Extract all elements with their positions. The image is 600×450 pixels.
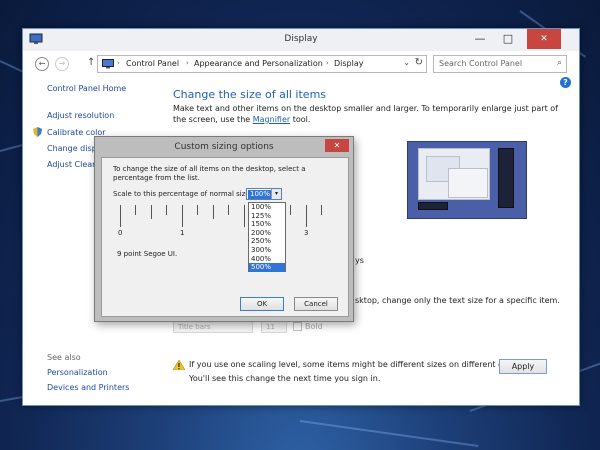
dialog-title: Custom sizing options <box>174 142 274 152</box>
minimize-button[interactable]: — <box>467 29 493 49</box>
see-also-label: See also <box>47 353 81 362</box>
option-150[interactable]: 150% <box>249 220 285 229</box>
control-panel-icon <box>102 59 114 69</box>
chevron-down-icon[interactable]: ▾ <box>271 189 281 199</box>
ruler-tick <box>120 205 121 227</box>
sidebar-control-panel-home[interactable]: Control Panel Home <box>47 84 157 93</box>
up-arrow-icon[interactable]: ↑ <box>87 57 95 68</box>
apply-button[interactable]: Apply <box>499 359 547 374</box>
display-preview-image <box>407 141 527 219</box>
chevron-right-icon: › <box>186 59 189 67</box>
description-text-end: tool. <box>290 115 311 124</box>
option-400[interactable]: 400% <box>249 255 285 264</box>
breadcrumb-display[interactable]: Display <box>334 59 364 68</box>
scale-label: Scale to this percentage of normal size: <box>113 190 253 198</box>
text-size-description: sktop, change only the text size for a s… <box>355 296 560 305</box>
option-200[interactable]: 200% <box>249 229 285 238</box>
refresh-icon[interactable]: ↻ <box>415 57 423 68</box>
back-arrow-icon[interactable]: ← <box>35 57 49 71</box>
partial-text-ys: ys <box>355 256 364 265</box>
forward-arrow-icon[interactable]: → <box>55 57 69 71</box>
preview-taskbar <box>418 202 448 210</box>
ruler-tick <box>213 205 214 219</box>
option-125[interactable]: 125% <box>249 212 285 221</box>
ruler-tick <box>135 205 136 215</box>
warning-icon <box>173 360 185 370</box>
dialog-body: To change the size of all items on the d… <box>101 157 349 317</box>
ruler-tick <box>244 205 245 227</box>
ruler-label-1: 1 <box>180 229 185 237</box>
shield-icon <box>33 127 42 137</box>
ruler-tick <box>228 205 229 215</box>
description-text: Make text and other items on the desktop… <box>173 104 558 124</box>
cancel-button[interactable]: Cancel <box>294 297 338 311</box>
scale-dropdown-list[interactable]: 100% 125% 150% 200% 250% 300% 400% 500% <box>248 202 286 272</box>
sign-in-notice: You'll see this change the next time you… <box>189 374 381 383</box>
ruler-tick <box>321 205 322 215</box>
option-100[interactable]: 100% <box>249 203 285 212</box>
ruler-tick <box>306 205 307 227</box>
option-500[interactable]: 500% <box>249 263 285 272</box>
search-icon[interactable]: ⌕ <box>557 58 562 68</box>
page-description: Make text and other items on the desktop… <box>173 103 573 125</box>
option-300[interactable]: 300% <box>249 246 285 255</box>
bold-label: Bold <box>305 322 323 331</box>
dialog-instructions: To change the size of all items on the d… <box>113 165 306 182</box>
breadcrumb-control-panel[interactable]: Control Panel <box>126 59 179 68</box>
search-input[interactable]: Search Control Panel ⌕ <box>433 55 567 73</box>
chevron-right-icon: › <box>117 59 120 67</box>
custom-sizing-dialog: Custom sizing options ✕ To change the si… <box>94 136 354 322</box>
chevron-down-icon[interactable]: ⌄ <box>403 58 410 67</box>
breadcrumb-appearance[interactable]: Appearance and Personalization <box>194 59 323 68</box>
help-icon[interactable]: ? <box>560 77 571 88</box>
address-bar[interactable]: › Control Panel › Appearance and Persona… <box>97 55 427 73</box>
option-250[interactable]: 250% <box>249 237 285 246</box>
search-placeholder: Search Control Panel <box>439 59 523 68</box>
sidebar-item-adjust-resolution[interactable]: Adjust resolution <box>47 111 157 120</box>
scale-combobox[interactable]: 100% ▾ <box>246 188 282 200</box>
ruler-tick <box>197 205 198 215</box>
ruler-tick <box>290 205 291 215</box>
scaling-notice: If you use one scaling level, some items… <box>189 360 534 369</box>
ruler-tick <box>182 205 183 227</box>
dialog-close-button[interactable]: ✕ <box>325 139 349 152</box>
bold-checkbox[interactable] <box>293 322 302 331</box>
title-bar[interactable]: Display — □ ✕ <box>23 29 579 51</box>
close-button[interactable]: ✕ <box>527 29 561 49</box>
see-also-list: Personalization Devices and Printers <box>47 368 129 398</box>
ruler-tick <box>166 205 167 215</box>
chevron-right-icon: › <box>326 59 329 67</box>
preview-sidebar <box>498 148 514 208</box>
preview-window-front <box>448 168 488 198</box>
font-sample: 9 point Segoe UI. <box>117 250 178 258</box>
ruler-tick <box>151 205 152 219</box>
page-title: Change the size of all items <box>173 88 327 101</box>
ruler-label-3: 3 <box>304 229 309 237</box>
ok-button[interactable]: OK <box>240 297 284 311</box>
magnifier-link[interactable]: Magnifier <box>253 115 290 124</box>
maximize-button[interactable]: □ <box>495 29 521 49</box>
scale-value: 100% <box>248 190 273 199</box>
link-personalization[interactable]: Personalization <box>47 368 129 377</box>
navigation-bar: ← → ↑ › Control Panel › Appearance and P… <box>23 52 579 76</box>
link-devices-printers[interactable]: Devices and Printers <box>47 383 129 392</box>
ruler-label-0: 0 <box>118 229 123 237</box>
ruler[interactable]: 0 1 3 <box>118 205 330 245</box>
